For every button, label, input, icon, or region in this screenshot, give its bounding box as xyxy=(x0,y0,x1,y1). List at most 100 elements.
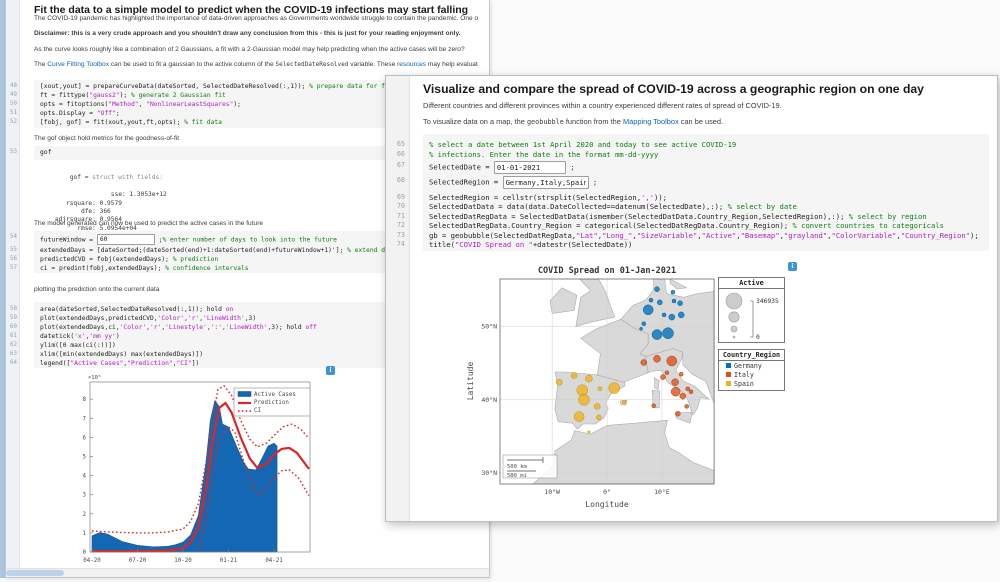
covid-bubble-spain xyxy=(598,387,602,391)
code-string: off xyxy=(305,324,316,331)
code-line[interactable]: SelectedDatRegData.Country_Region = cate… xyxy=(429,221,987,230)
code-text: SelectedDate = xyxy=(429,163,494,172)
code-comment: % select by region xyxy=(849,212,927,221)
code-string: "ColorVariable" xyxy=(832,231,897,240)
line-number: 63 xyxy=(10,351,17,357)
covid-bubble-italy xyxy=(689,390,693,394)
covid-bubble-spain xyxy=(571,373,577,379)
code-text: SelectedDatRegData.Country_Region = cate… xyxy=(429,221,793,230)
line-number-gutter: 65666768697071727374 xyxy=(386,76,410,521)
code-block-geobubble[interactable]: % select a date between 1st April 2020 a… xyxy=(423,134,989,251)
doc-link[interactable]: Mapping Toolbox xyxy=(623,117,679,126)
covid-bubble-germany xyxy=(652,330,662,340)
code-input-field[interactable] xyxy=(97,234,155,245)
covid-bubble-germany xyxy=(649,298,653,302)
line-number: 50 xyxy=(10,101,17,107)
code-comment: % infections. Enter the date in the form… xyxy=(429,150,658,159)
doc-link[interactable]: resources xyxy=(397,61,426,68)
code-text: datetick( xyxy=(40,333,74,340)
map-scalebar: 500 km 500 mi xyxy=(503,455,557,479)
code-line[interactable]: % infections. Enter the date in the form… xyxy=(429,150,987,159)
code-input-field[interactable] xyxy=(494,161,566,174)
legend-bubble-tiny xyxy=(733,336,735,338)
code-text: gb = geobubble(SelectedDatRegData, xyxy=(429,231,576,240)
doc-link[interactable]: Curve Fitting Toolbox xyxy=(47,61,109,68)
svg-text:500 km: 500 km xyxy=(507,464,528,470)
code-text: extendedDays = [dateSorted;(dateSorted(e… xyxy=(40,247,347,254)
svg-text:4: 4 xyxy=(83,474,87,480)
code-text: ) xyxy=(116,333,120,340)
text-run: function from the xyxy=(564,117,623,126)
svg-text:5: 5 xyxy=(83,455,87,461)
code-text: opts = fitoptions( xyxy=(40,101,108,108)
code-text: ylim([0 max(ci(:))]) xyxy=(40,342,116,349)
covid-bubble-germany xyxy=(662,313,666,317)
code-line[interactable]: SelectedRegion = cellstr(strsplit(Select… xyxy=(429,193,987,202)
svg-text:10-20: 10-20 xyxy=(174,558,192,564)
svg-text:346935: 346935 xyxy=(756,298,779,305)
code-line[interactable]: % select a date between 1st April 2020 a… xyxy=(429,140,987,149)
legend-entry-germany: Germany xyxy=(719,361,784,370)
code-text: title( xyxy=(429,240,455,249)
covid-bubble-spain xyxy=(588,431,590,433)
code-line[interactable]: SelectedDatData = data(data.DateCollecte… xyxy=(429,202,987,211)
line-number-gutter: 4849505152535455565758596061626364 xyxy=(6,0,20,577)
line-number: 58 xyxy=(10,306,17,312)
code-line[interactable]: SelectedDate = ; xyxy=(429,161,987,174)
code-text: opts.Display = xyxy=(40,110,97,117)
code-text: predictedCVD = fobj(extendedDays); xyxy=(40,256,173,263)
code-string: 'Color' xyxy=(120,324,147,331)
code-text: ; xyxy=(566,163,575,172)
horizontal-scrollbar[interactable] xyxy=(6,568,489,577)
code-string: "SizeVariable" xyxy=(637,231,698,240)
svg-text:1: 1 xyxy=(83,531,87,537)
code-string: ':' xyxy=(211,324,222,331)
code-line[interactable]: gb = geobubble(SelectedDatRegData,"Lat",… xyxy=(429,231,987,240)
covid-bubble-italy xyxy=(680,393,686,399)
legend-bubble-medium xyxy=(729,312,739,322)
size-legend-title: Active xyxy=(719,278,784,289)
svg-text:07-20: 07-20 xyxy=(129,558,147,564)
code-comment: % fit data xyxy=(184,119,222,126)
covid-bubble-italy xyxy=(675,411,680,416)
code-text: SelectedRegion = xyxy=(429,178,503,187)
line-number: 48 xyxy=(10,83,17,89)
svg-text:30°N: 30°N xyxy=(481,469,497,477)
svg-text:Latitude: Latitude xyxy=(466,362,475,401)
line-number: 71 xyxy=(397,212,405,220)
line-number: 64 xyxy=(10,360,17,366)
line-number: 59 xyxy=(10,315,17,321)
code-text: plot(extendedDays,ci, xyxy=(40,324,120,331)
code-string: "Active" xyxy=(702,231,737,240)
code-text: ,3) xyxy=(245,315,256,322)
covid-bubble-germany xyxy=(678,312,684,318)
code-comment: % prediction xyxy=(173,256,219,263)
code-line[interactable]: SelectedRegion = ; xyxy=(429,176,987,189)
code-string: 'mm yy' xyxy=(89,333,116,340)
svg-text:Prediction: Prediction xyxy=(254,400,289,406)
toolbox-paragraph: The Curve Fitting Toolbox can be used to… xyxy=(34,61,487,68)
svg-text:Active Cases: Active Cases xyxy=(254,392,296,398)
code-string: 'LineWidth' xyxy=(226,324,268,331)
code-input-field[interactable] xyxy=(503,176,589,189)
covid-bubble-germany xyxy=(655,287,660,292)
covid-bubble-spain xyxy=(622,400,626,404)
code-text: legend([ xyxy=(40,360,70,367)
svg-text:01-21: 01-21 xyxy=(220,558,238,564)
line-number: 57 xyxy=(10,265,17,271)
intro-paragraph: The COVID-19 pandemic has highlighted th… xyxy=(34,15,487,22)
code-string: "Off" xyxy=(97,110,116,117)
covid-bubble-italy xyxy=(665,371,669,375)
gaussian-paragraph: As the curve looks roughly like a combin… xyxy=(34,46,487,53)
code-text: futureWindow = xyxy=(40,237,97,244)
code-string: "CI" xyxy=(177,360,192,367)
svg-text:04-21: 04-21 xyxy=(265,558,283,564)
code-line[interactable]: SelectedDatRegData = SelectedDatData(ism… xyxy=(429,212,987,221)
code-string: 'r' xyxy=(188,315,199,322)
covid-bubble-italy xyxy=(672,379,679,386)
code-line[interactable]: title("COVID Spread on "+datestr(Selecte… xyxy=(429,240,987,249)
covid-bubble-germany xyxy=(643,305,653,315)
scrollbar-thumb[interactable] xyxy=(6,570,64,576)
code-string: 'Linestyle' xyxy=(165,324,207,331)
live-script-window-geobubble: 65666768697071727374 Visualize and compa… xyxy=(385,75,998,522)
